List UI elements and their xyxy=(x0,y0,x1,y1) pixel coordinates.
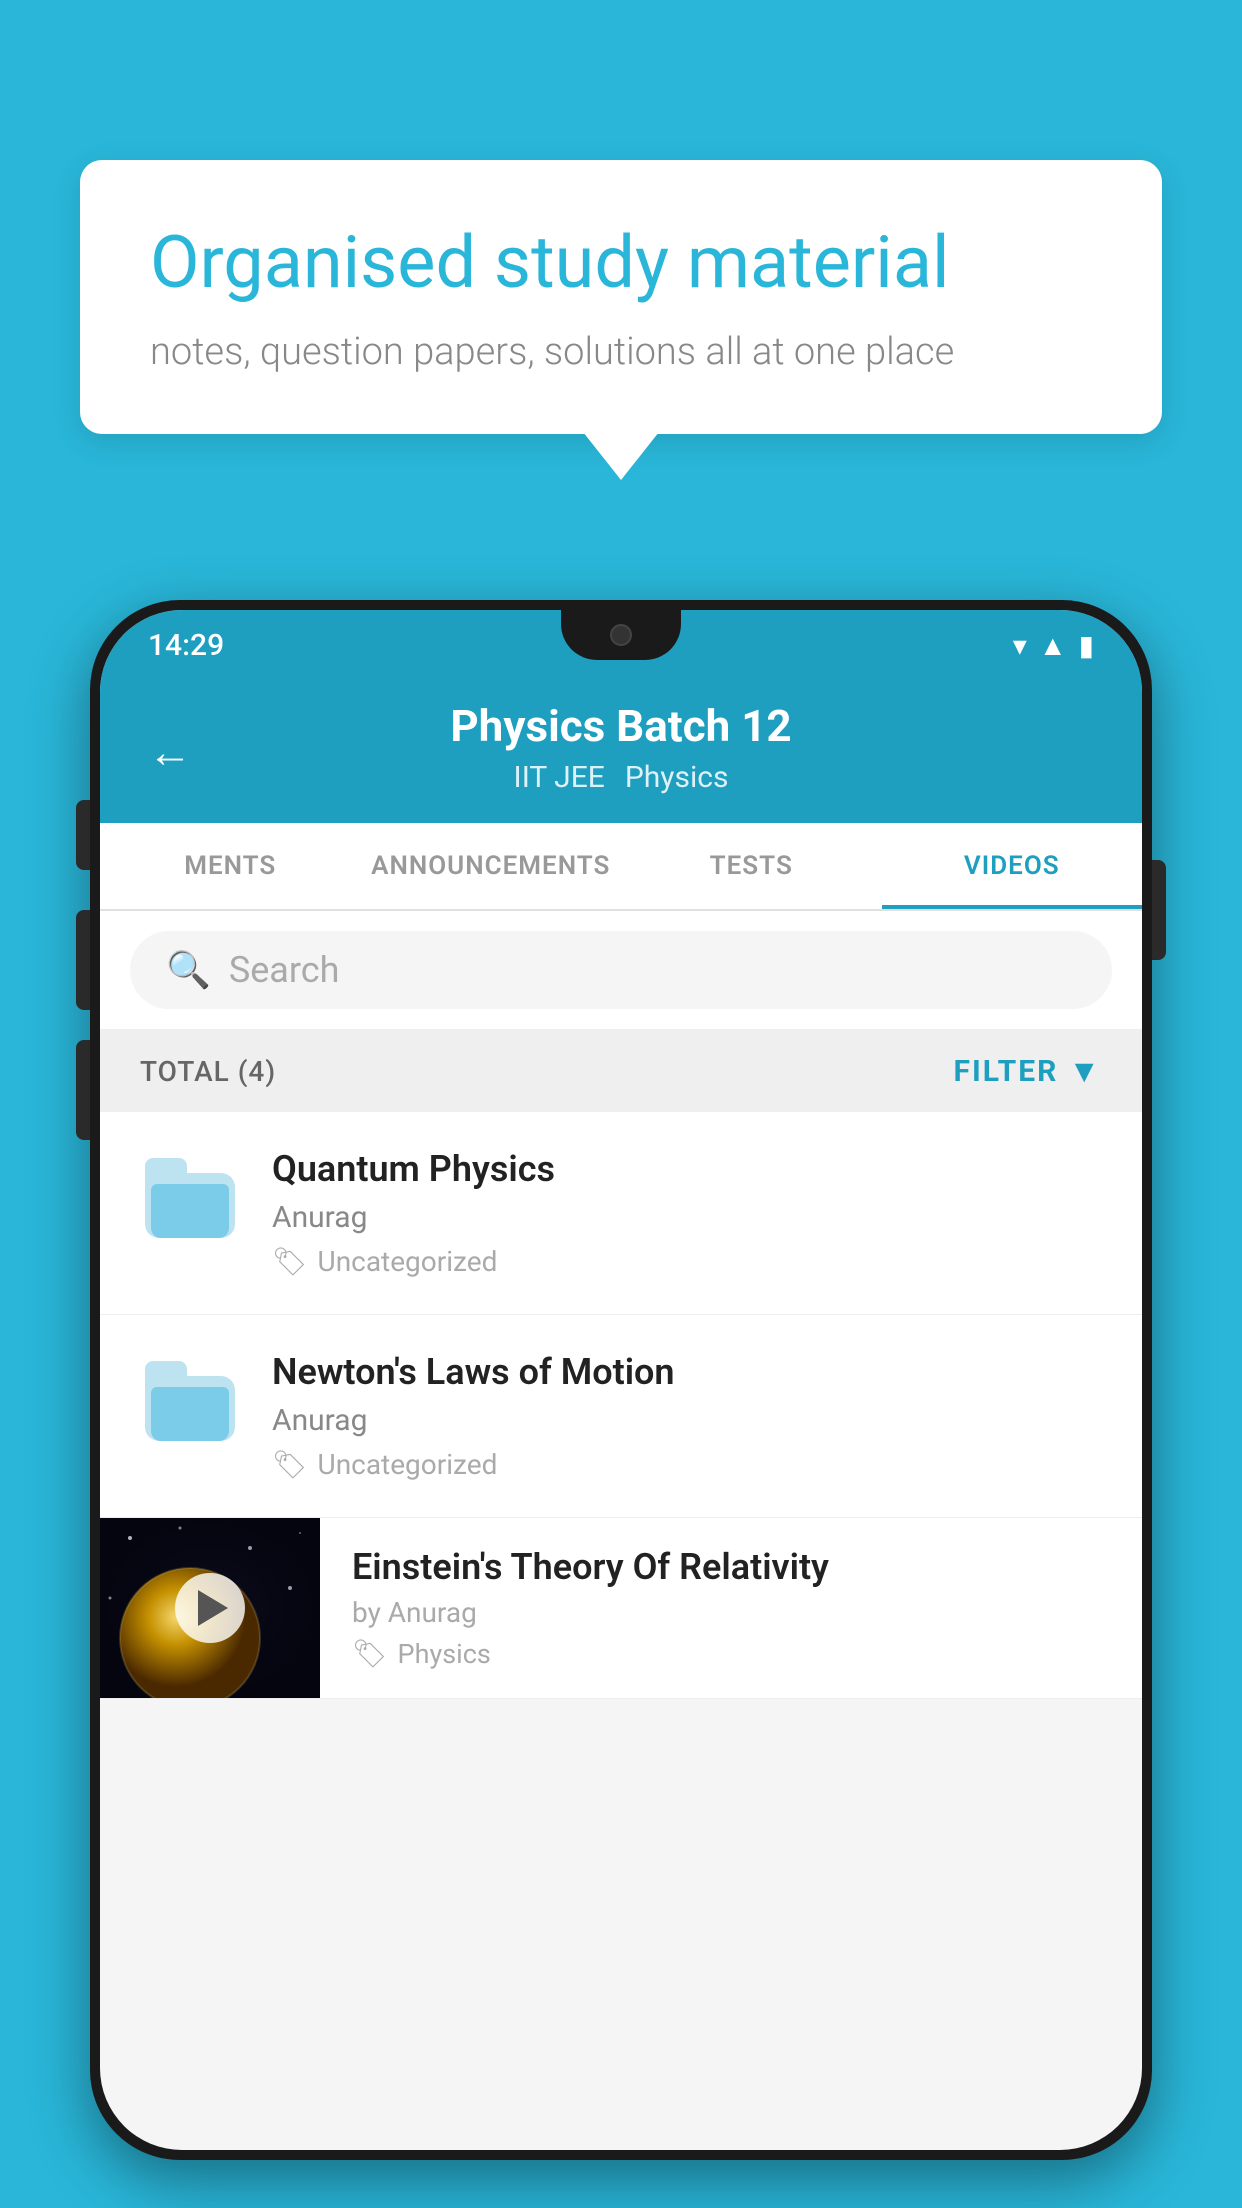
search-icon: 🔍 xyxy=(166,949,211,991)
tag-label: Uncategorized xyxy=(318,1245,498,1278)
item-thumbnail xyxy=(140,1351,240,1451)
item-thumbnail xyxy=(140,1148,240,1248)
subtitle-iit: IIT JEE xyxy=(514,760,605,795)
app-header: ← Physics Batch 12 IIT JEE Physics xyxy=(100,680,1142,823)
search-bar-wrapper: 🔍 Search xyxy=(100,911,1142,1030)
folder-icon xyxy=(145,1361,235,1441)
filter-label: FILTER xyxy=(954,1054,1059,1089)
play-button[interactable] xyxy=(175,1573,245,1643)
tag-label: Uncategorized xyxy=(318,1448,498,1481)
phone-mockup: 14:29 ▾ ▲ ▮ ← Physics Batch 12 IIT JEE P… xyxy=(90,600,1152,2160)
volume-silent-button xyxy=(76,800,90,870)
bubble-subtitle: notes, question papers, solutions all at… xyxy=(150,330,1092,374)
item-author: Anurag xyxy=(272,1403,1102,1438)
subtitle-physics: Physics xyxy=(625,760,729,795)
bubble-title: Organised study material xyxy=(150,220,1092,306)
power-button xyxy=(1152,860,1166,960)
total-count: TOTAL (4) xyxy=(140,1055,276,1088)
tab-ments[interactable]: MENTS xyxy=(100,823,361,909)
item-info: Newton's Laws of Motion Anurag 🏷 Uncateg… xyxy=(272,1351,1102,1481)
item-title: Einstein's Theory Of Relativity xyxy=(352,1546,1110,1588)
tag-icon: 🏷 xyxy=(352,1637,388,1670)
item-info: Quantum Physics Anurag 🏷 Uncategorized xyxy=(272,1148,1102,1278)
volume-up-button xyxy=(76,910,90,1010)
item-author: Anurag xyxy=(272,1200,1102,1235)
search-placeholder: Search xyxy=(229,949,340,991)
screen-title: Physics Batch 12 xyxy=(450,700,791,752)
phone-screen: 14:29 ▾ ▲ ▮ ← Physics Batch 12 IIT JEE P… xyxy=(100,610,1142,2150)
item-author: by Anurag xyxy=(352,1596,1110,1629)
tag-label: Physics xyxy=(398,1638,491,1670)
play-triangle xyxy=(198,1590,228,1626)
item-tag: 🏷 Uncategorized xyxy=(272,1245,1102,1278)
signal-icon: ▲ xyxy=(1039,629,1067,662)
filter-icon: ▼ xyxy=(1068,1052,1102,1090)
filter-button[interactable]: FILTER ▼ xyxy=(954,1052,1103,1090)
volume-down-button xyxy=(76,1040,90,1140)
item-tag: 🏷 Physics xyxy=(352,1637,1110,1670)
item-title: Quantum Physics xyxy=(272,1148,1102,1190)
tag-icon: 🏷 xyxy=(272,1448,308,1481)
speech-bubble: Organised study material notes, question… xyxy=(80,160,1162,434)
item-title: Newton's Laws of Motion xyxy=(272,1351,1102,1393)
battery-icon: ▮ xyxy=(1079,629,1094,662)
camera xyxy=(610,624,632,646)
list-item[interactable]: Newton's Laws of Motion Anurag 🏷 Uncateg… xyxy=(100,1315,1142,1518)
tab-bar: MENTS ANNOUNCEMENTS TESTS VIDEOS xyxy=(100,823,1142,911)
video-thumbnail xyxy=(100,1518,320,1698)
filter-bar: TOTAL (4) FILTER ▼ xyxy=(100,1030,1142,1112)
tab-tests[interactable]: TESTS xyxy=(621,823,882,909)
search-bar[interactable]: 🔍 Search xyxy=(130,931,1112,1009)
list-item[interactable]: Einstein's Theory Of Relativity by Anura… xyxy=(100,1518,1142,1699)
list-item[interactable]: Quantum Physics Anurag 🏷 Uncategorized xyxy=(100,1112,1142,1315)
notch xyxy=(561,610,681,660)
status-icons: ▾ ▲ ▮ xyxy=(1013,629,1094,662)
tag-icon: 🏷 xyxy=(272,1245,308,1278)
header-subtitle: IIT JEE Physics xyxy=(514,760,729,795)
video-list: Quantum Physics Anurag 🏷 Uncategorized xyxy=(100,1112,1142,1699)
status-bar: 14:29 ▾ ▲ ▮ xyxy=(100,610,1142,680)
tab-announcements[interactable]: ANNOUNCEMENTS xyxy=(361,823,622,909)
item-info: Einstein's Theory Of Relativity by Anura… xyxy=(320,1518,1142,1698)
item-tag: 🏷 Uncategorized xyxy=(272,1448,1102,1481)
folder-icon xyxy=(145,1158,235,1238)
tab-videos[interactable]: VIDEOS xyxy=(882,823,1143,909)
status-time: 14:29 xyxy=(148,628,224,663)
wifi-icon: ▾ xyxy=(1013,629,1027,662)
back-button[interactable]: ← xyxy=(148,726,192,778)
